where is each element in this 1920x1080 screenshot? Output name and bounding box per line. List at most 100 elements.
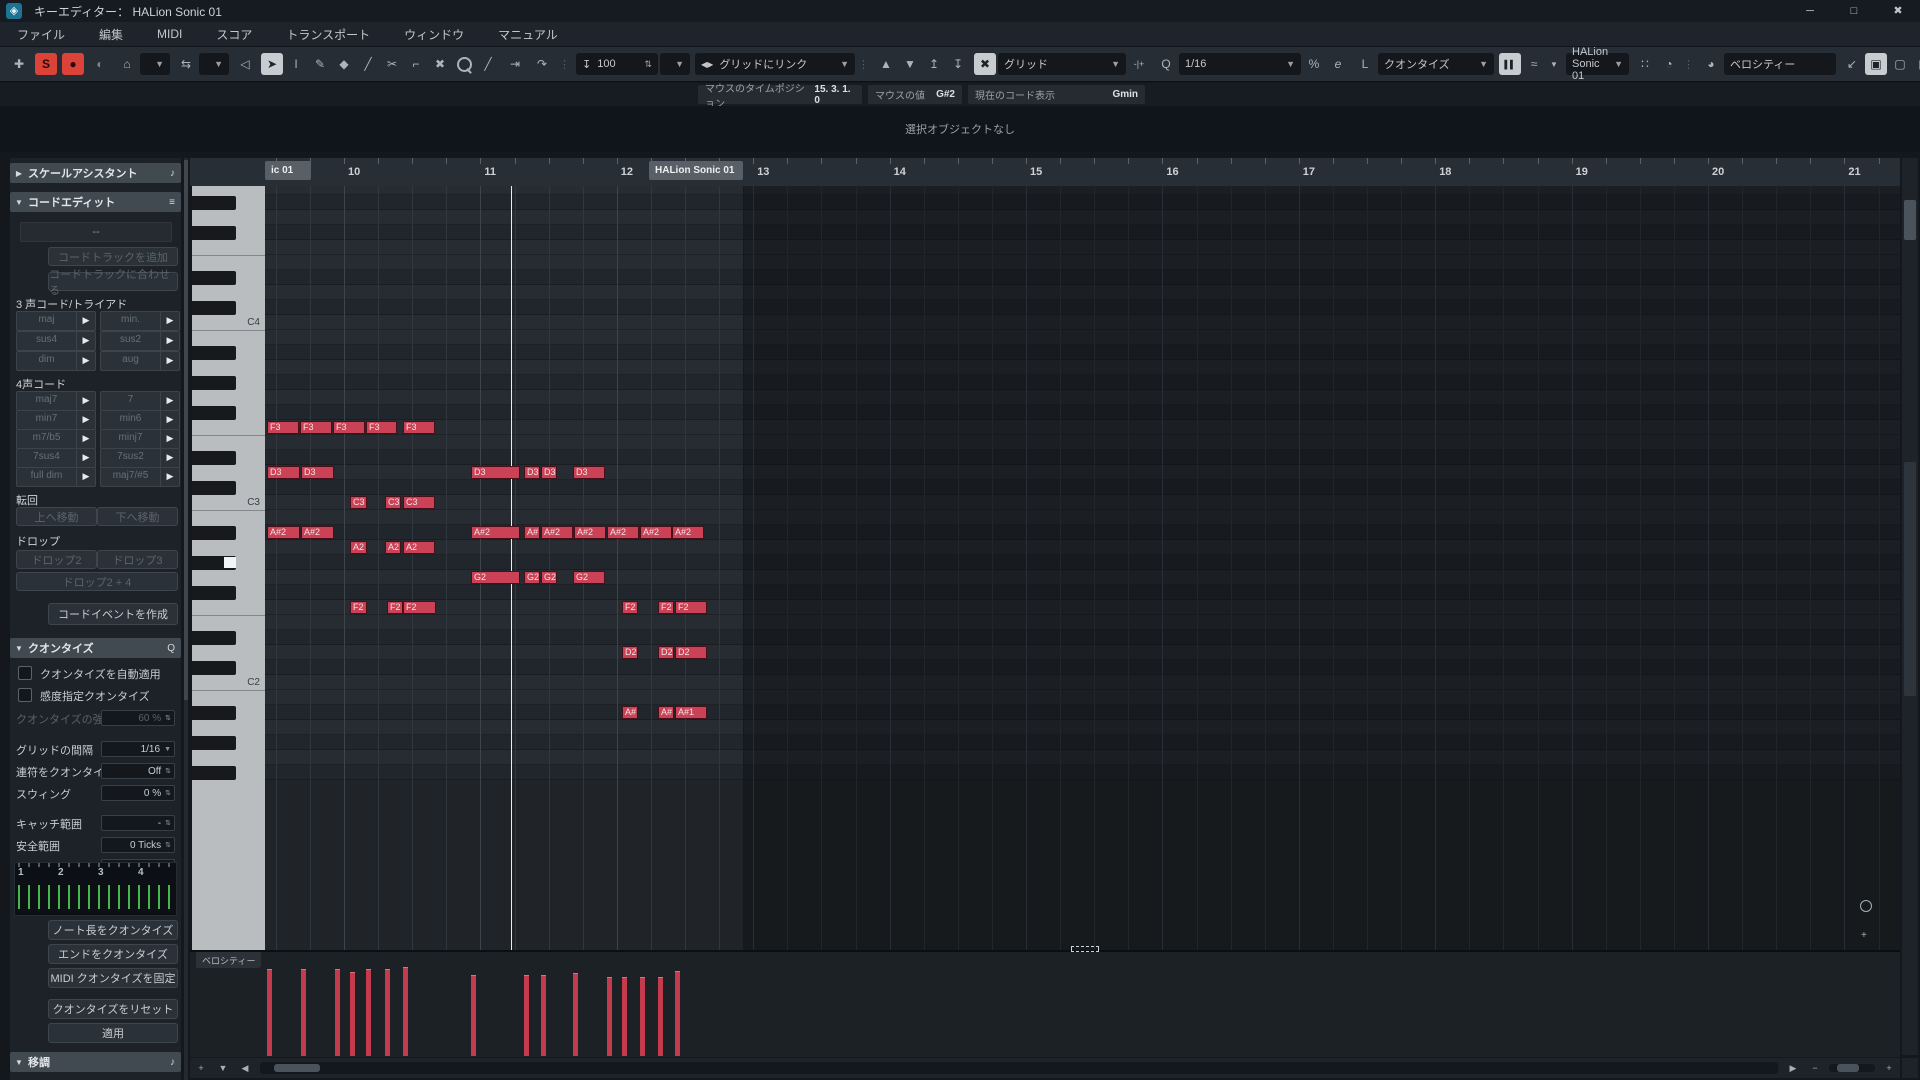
chord-play-arrow-icon[interactable]: ▶ (160, 312, 179, 330)
velocity-bar[interactable] (640, 977, 645, 1056)
midi-note[interactable]: D3 (301, 466, 334, 479)
midi-note[interactable]: A# (524, 526, 540, 539)
midi-note[interactable]: A#2 (267, 526, 300, 539)
snap-toggle[interactable]: ✖ (974, 53, 996, 75)
insert-velocity-dropdown[interactable]: ▼ (660, 53, 690, 75)
quantize-action-button[interactable]: エンドをクオンタイズ (48, 944, 178, 964)
infoline-field[interactable]: マウスのタイムポジション15. 3. 1. 0 (698, 85, 862, 104)
black-key[interactable] (192, 631, 236, 645)
spinner-icon[interactable]: ⇅ (165, 767, 170, 775)
drop-2-4-button[interactable]: ドロップ2 + 4 (16, 572, 178, 591)
record-in-editor-button[interactable]: ● (62, 53, 84, 75)
spinner-icon[interactable]: ⇅ (165, 714, 170, 722)
event-colors-icon[interactable]: ⇆ (175, 53, 197, 75)
quantize-presets-dropdown[interactable]: 1/16▼ (1179, 53, 1301, 75)
quantize-action-button[interactable]: MIDI クオンタイズを固定 (48, 968, 178, 988)
midi-note[interactable]: A# (658, 706, 674, 719)
midi-note[interactable]: F3 (333, 421, 365, 434)
midi-note[interactable]: G2 (541, 571, 557, 584)
midi-note[interactable]: A#2 (672, 526, 704, 539)
length-quantize-dropdown[interactable]: クオンタイズ▼ (1378, 53, 1494, 75)
zoom-in-button[interactable]: + (1878, 1059, 1900, 1077)
chord-button-7sus4[interactable]: 7sus4▶ (16, 448, 96, 468)
chord-play-arrow-icon[interactable]: ▶ (160, 392, 179, 410)
menu-item-トランスポート[interactable]: トランスポート (269, 26, 387, 43)
scroll-right-button[interactable]: ▶ (1782, 1059, 1804, 1077)
move-up-button[interactable]: ▲ (875, 53, 897, 75)
quantize-field-box[interactable]: 0 Ticks⇅ (101, 837, 175, 853)
black-key[interactable] (192, 226, 236, 240)
midi-note[interactable]: A#1 (675, 706, 707, 719)
inspector-scrollbar-thumb[interactable] (184, 160, 188, 700)
snap-type-dropdown[interactable]: グリッド▼ (998, 53, 1126, 75)
menu-item-マニュアル[interactable]: マニュアル (481, 26, 575, 43)
midi-note[interactable]: C3 (350, 496, 367, 509)
quantize-panel-button[interactable]: e (1327, 53, 1349, 75)
inversion-button[interactable]: 上へ移動 (16, 507, 97, 526)
chord-play-arrow-icon[interactable]: ▶ (160, 352, 179, 370)
black-key[interactable] (192, 271, 236, 285)
step-input-dropdown[interactable]: ▼ (1547, 53, 1561, 75)
solo-editor-button[interactable]: S (35, 53, 57, 75)
quantize-field-box[interactable]: 60 %⇅ (101, 710, 175, 726)
quantize-bottom-button[interactable]: クオンタイズをリセット (48, 999, 178, 1019)
menu-item-MIDI[interactable]: MIDI (140, 27, 199, 41)
quantize-checkbox[interactable] (18, 666, 32, 680)
midi-note[interactable]: A#2 (640, 526, 672, 539)
quantize-checkbox[interactable] (18, 688, 32, 702)
midi-note[interactable]: A#2 (607, 526, 639, 539)
infoline-field[interactable]: 現在のコード表示Gmin (968, 85, 1145, 104)
velocity-bar[interactable] (385, 969, 390, 1056)
velocity-bar[interactable] (471, 975, 476, 1056)
add-chord-track-button[interactable]: コードトラックを追加 (48, 247, 178, 266)
open-in-lower-zone-button[interactable]: ↙ (1841, 53, 1863, 75)
midi-note[interactable]: F3 (267, 421, 299, 434)
midi-note[interactable]: F3 (366, 421, 397, 434)
chord-button-dim[interactable]: dim▶ (16, 351, 96, 371)
horizontal-scroll-thumb[interactable] (274, 1064, 320, 1072)
zoom-slider-track[interactable] (1829, 1064, 1875, 1072)
vertical-zoom-thumb[interactable] (1904, 462, 1916, 696)
chord-button-minj7[interactable]: minj7▶ (100, 429, 180, 449)
more-options-icon[interactable]: ⋮ (1682, 58, 1695, 71)
move-down-octave-button[interactable]: ↧ (947, 53, 969, 75)
chord-play-arrow-icon[interactable]: ▶ (160, 411, 179, 429)
scale-assistant-header[interactable]: ▶スケールアシスタント♪ (10, 163, 181, 183)
glue-tool[interactable]: ⌐ (405, 53, 427, 75)
velocity-bar[interactable] (607, 977, 612, 1056)
velocity-bar[interactable] (301, 969, 306, 1056)
quantize-header[interactable]: ▼クオンタイズQ (10, 638, 181, 658)
chord-edit-header[interactable]: ▼コードエディット≡ (10, 192, 181, 212)
piano-keyboard[interactable]: C4C3C2 (192, 186, 265, 950)
midi-note[interactable]: C3 (385, 496, 401, 509)
add-controller-lane-button[interactable]: + (190, 1059, 212, 1077)
left-zone-toggle[interactable]: ▣ (1865, 53, 1887, 75)
velocity-bar[interactable] (622, 977, 627, 1056)
multi-part-icon[interactable]: ∷ (1634, 53, 1656, 75)
midi-note[interactable]: F3 (300, 421, 332, 434)
chord-play-arrow-icon[interactable]: ▶ (76, 312, 95, 330)
lane-select-dropdown[interactable]: ▼ (212, 1059, 234, 1077)
right-zone-toggle[interactable]: ▢ (1889, 53, 1911, 75)
midi-note[interactable]: A# (622, 706, 638, 719)
chord-play-arrow-icon[interactable]: ▶ (76, 352, 95, 370)
horizontal-scroll-track[interactable] (260, 1062, 1778, 1074)
chord-play-arrow-icon[interactable]: ▶ (160, 332, 179, 350)
chord-button-sus2[interactable]: sus2▶ (100, 331, 180, 351)
chord-play-arrow-icon[interactable]: ▶ (76, 449, 95, 467)
quantize-field-box[interactable]: 1/16▼ (101, 741, 175, 757)
chord-button-maj7/#5[interactable]: maj7/#5▶ (100, 467, 180, 487)
grid-io-button[interactable]: -|+ (1128, 53, 1150, 75)
midi-note[interactable]: F2 (350, 601, 367, 614)
midi-note[interactable]: G2 (471, 571, 520, 584)
midi-note[interactable]: D3 (541, 466, 557, 479)
chord-button-m7/b5[interactable]: m7/b5▶ (16, 429, 96, 449)
midi-note[interactable]: F2 (622, 601, 638, 614)
vertical-scrollbar[interactable] (1902, 158, 1918, 1055)
trim-tool[interactable]: I (285, 53, 307, 75)
velocity-bar[interactable] (366, 969, 371, 1056)
lane-height-handle[interactable] (1071, 946, 1099, 952)
drop-button[interactable]: ドロップ3 (97, 550, 178, 569)
midi-note[interactable]: D2 (675, 646, 707, 659)
pitch-visibility-dropdown[interactable]: ▼ (140, 53, 170, 75)
